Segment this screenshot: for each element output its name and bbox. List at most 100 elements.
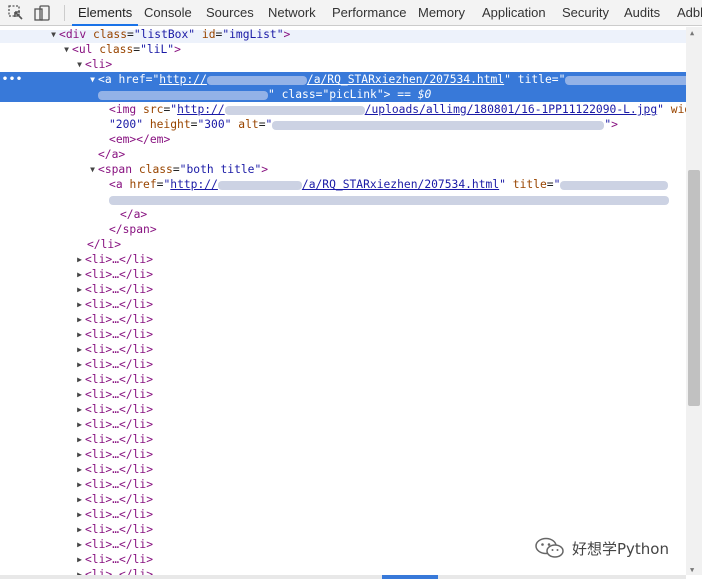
expand-triangle-icon[interactable]: ▶: [74, 417, 85, 432]
expand-triangle-icon[interactable]: ▶: [74, 462, 85, 477]
expand-triangle-icon[interactable]: ▶: [74, 552, 85, 567]
collapsed-li-text: <li>…</li>: [85, 313, 154, 326]
expand-triangle-icon[interactable]: ▶: [74, 522, 85, 537]
tab-application[interactable]: Application: [476, 0, 552, 26]
expand-triangle-icon[interactable]: ▶: [74, 432, 85, 447]
tab-network[interactable]: Network: [262, 0, 322, 26]
devtools-toolbar: Elements Console Sources Network Perform…: [0, 0, 702, 26]
scrollbar-thumb[interactable]: [688, 170, 700, 406]
dom-node-li-collapsed[interactable]: ▶ <li>…</li>: [0, 327, 153, 342]
expand-triangle-icon[interactable]: ▶: [74, 402, 85, 417]
dom-node-li-collapsed[interactable]: ▶ <li>…</li>: [0, 507, 153, 522]
dom-node-li-collapsed[interactable]: ▶ <li>…</li>: [0, 312, 153, 327]
scroll-down-icon[interactable]: ▼: [690, 566, 694, 574]
dom-node-img-cont[interactable]: "200" height="300" alt=" ">: [0, 117, 618, 132]
redacted-domain: [206, 75, 307, 85]
dom-node-span-a[interactable]: <a href="http:///a/RQ_STARxiezhen/207534…: [0, 177, 669, 192]
expand-triangle-icon[interactable]: ▶: [74, 327, 85, 342]
horizontal-scrollbar[interactable]: [0, 575, 686, 579]
dom-node-li-collapsed[interactable]: ▶ <li>…</li>: [0, 342, 153, 357]
dom-node-li-collapsed[interactable]: ▶ <li>…</li>: [0, 492, 153, 507]
dom-node-li-collapsed[interactable]: ▶ <li>…</li>: [0, 432, 153, 447]
redacted-title: [560, 180, 669, 190]
dom-node-li-close[interactable]: </li>: [0, 237, 121, 252]
expand-triangle-icon[interactable]: ▶: [74, 567, 85, 575]
tab-console[interactable]: Console: [138, 0, 198, 26]
dom-node-li[interactable]: ▼ <li>: [0, 57, 112, 72]
collapse-triangle-icon[interactable]: ▼: [87, 162, 98, 177]
dom-node-li-collapsed[interactable]: ▶ <li>…</li>: [0, 552, 153, 567]
tab-performance[interactable]: Performance: [326, 0, 412, 26]
expand-triangle-icon[interactable]: ▶: [74, 357, 85, 372]
dom-node-a-close[interactable]: </a>: [0, 147, 125, 162]
dom-node-span-a-close[interactable]: </a>: [0, 207, 147, 222]
collapsed-li-text: <li>…</li>: [85, 358, 154, 371]
dom-node-em[interactable]: <em></em>: [0, 132, 170, 147]
dom-node-span[interactable]: ▼ <span class="both title">: [0, 162, 268, 177]
dom-node-li-collapsed[interactable]: ▶ <li>…</li>: [0, 522, 153, 537]
dom-node-li-collapsed[interactable]: ▶ <li>…</li>: [0, 282, 153, 297]
img-src-link[interactable]: http:///uploads/allimg/180801/16-1PP1112…: [177, 103, 657, 116]
expand-triangle-icon[interactable]: ▶: [74, 267, 85, 282]
dom-node-li-collapsed[interactable]: ▶ <li>…</li>: [0, 387, 153, 402]
expand-triangle-icon[interactable]: ▶: [74, 492, 85, 507]
collapse-triangle-icon[interactable]: ▼: [74, 57, 85, 72]
tab-memory[interactable]: Memory: [412, 0, 471, 26]
span-href-link[interactable]: http:///a/RQ_STARxiezhen/207534.html: [170, 178, 499, 191]
expand-triangle-icon[interactable]: ▶: [74, 297, 85, 312]
collapsed-li-text: <li>…</li>: [85, 553, 154, 566]
expand-triangle-icon[interactable]: ▶: [74, 507, 85, 522]
collapsed-li-text: <li>…</li>: [85, 433, 154, 446]
tab-adblock[interactable]: Adbl: [671, 0, 702, 26]
expand-triangle-icon[interactable]: ▶: [74, 477, 85, 492]
dom-node-li-collapsed[interactable]: ▶ <li>…</li>: [0, 297, 153, 312]
tab-sources[interactable]: Sources: [200, 0, 260, 26]
dom-node-li-collapsed[interactable]: ▶ <li>…</li>: [0, 447, 153, 462]
collapsed-li-text: <li>…</li>: [85, 283, 154, 296]
dom-node-li-collapsed[interactable]: ▶ <li>…</li>: [0, 267, 153, 282]
dom-node-li-collapsed[interactable]: ▶ <li>…</li>: [0, 402, 153, 417]
dom-node-li-collapsed[interactable]: ▶ <li>…</li>: [0, 537, 153, 552]
collapsed-li-text: <li>…</li>: [85, 478, 154, 491]
collapsed-li-text: <li>…</li>: [85, 298, 154, 311]
more-options-icon[interactable]: •••: [2, 72, 23, 87]
href-link[interactable]: http:///a/RQ_STARxiezhen/207534.html: [159, 73, 504, 86]
dom-node-li-collapsed[interactable]: ▶ <li>…</li>: [0, 357, 153, 372]
collapse-triangle-icon[interactable]: ▼: [87, 72, 98, 87]
collapse-triangle-icon[interactable]: ▼: [61, 42, 72, 57]
expand-triangle-icon[interactable]: ▶: [74, 537, 85, 552]
tab-elements[interactable]: Elements: [72, 0, 139, 26]
expand-triangle-icon[interactable]: ▶: [74, 252, 85, 267]
dom-node-div[interactable]: ▼ <div class="listBox" id="imgList">: [0, 27, 290, 42]
device-toolbar-icon[interactable]: [32, 3, 52, 23]
expand-triangle-icon[interactable]: ▶: [74, 387, 85, 402]
dom-node-img[interactable]: <img src="http:///uploads/allimg/180801/…: [0, 102, 686, 117]
dom-node-ul[interactable]: ▼ <ul class="liL">: [0, 42, 181, 57]
redacted-alt: [272, 120, 605, 130]
tab-security[interactable]: Security: [556, 0, 615, 26]
dom-node-li-collapsed[interactable]: ▶ <li>…</li>: [0, 462, 153, 477]
expand-triangle-icon[interactable]: ▶: [74, 342, 85, 357]
dom-node-a-selected-cont[interactable]: " class="picLink"> == $0: [0, 87, 686, 102]
tab-audits[interactable]: Audits: [618, 0, 666, 26]
expand-triangle-icon[interactable]: ▶: [74, 447, 85, 462]
dom-node-li-collapsed[interactable]: ▶ <li>…</li>: [0, 567, 153, 575]
scroll-up-icon[interactable]: ▲: [690, 29, 694, 37]
collapse-triangle-icon[interactable]: ▼: [48, 27, 59, 42]
dom-node-li-collapsed[interactable]: ▶ <li>…</li>: [0, 477, 153, 492]
dom-node-li-collapsed[interactable]: ▶ <li>…</li>: [0, 252, 153, 267]
wechat-icon: [535, 537, 564, 558]
expand-triangle-icon[interactable]: ▶: [74, 312, 85, 327]
horizontal-scrollbar-thumb[interactable]: [382, 575, 438, 579]
collapsed-li-text: <li>…</li>: [85, 328, 154, 341]
expand-triangle-icon[interactable]: ▶: [74, 372, 85, 387]
dom-node-span-close[interactable]: </span>: [0, 222, 157, 237]
dom-node-li-collapsed[interactable]: ▶ <li>…</li>: [0, 372, 153, 387]
collapsed-li-text: <li>…</li>: [85, 568, 154, 575]
dom-node-li-collapsed[interactable]: ▶ <li>…</li>: [0, 417, 153, 432]
expand-triangle-icon[interactable]: ▶: [74, 282, 85, 297]
inspect-element-icon[interactable]: [6, 3, 26, 23]
dom-node-span-a-cont[interactable]: [0, 192, 669, 207]
collapsed-li-text: <li>…</li>: [85, 463, 154, 476]
dom-node-a-selected[interactable]: ••• ▼ <a href="http:///a/RQ_STARxiezhen/2…: [0, 72, 686, 87]
